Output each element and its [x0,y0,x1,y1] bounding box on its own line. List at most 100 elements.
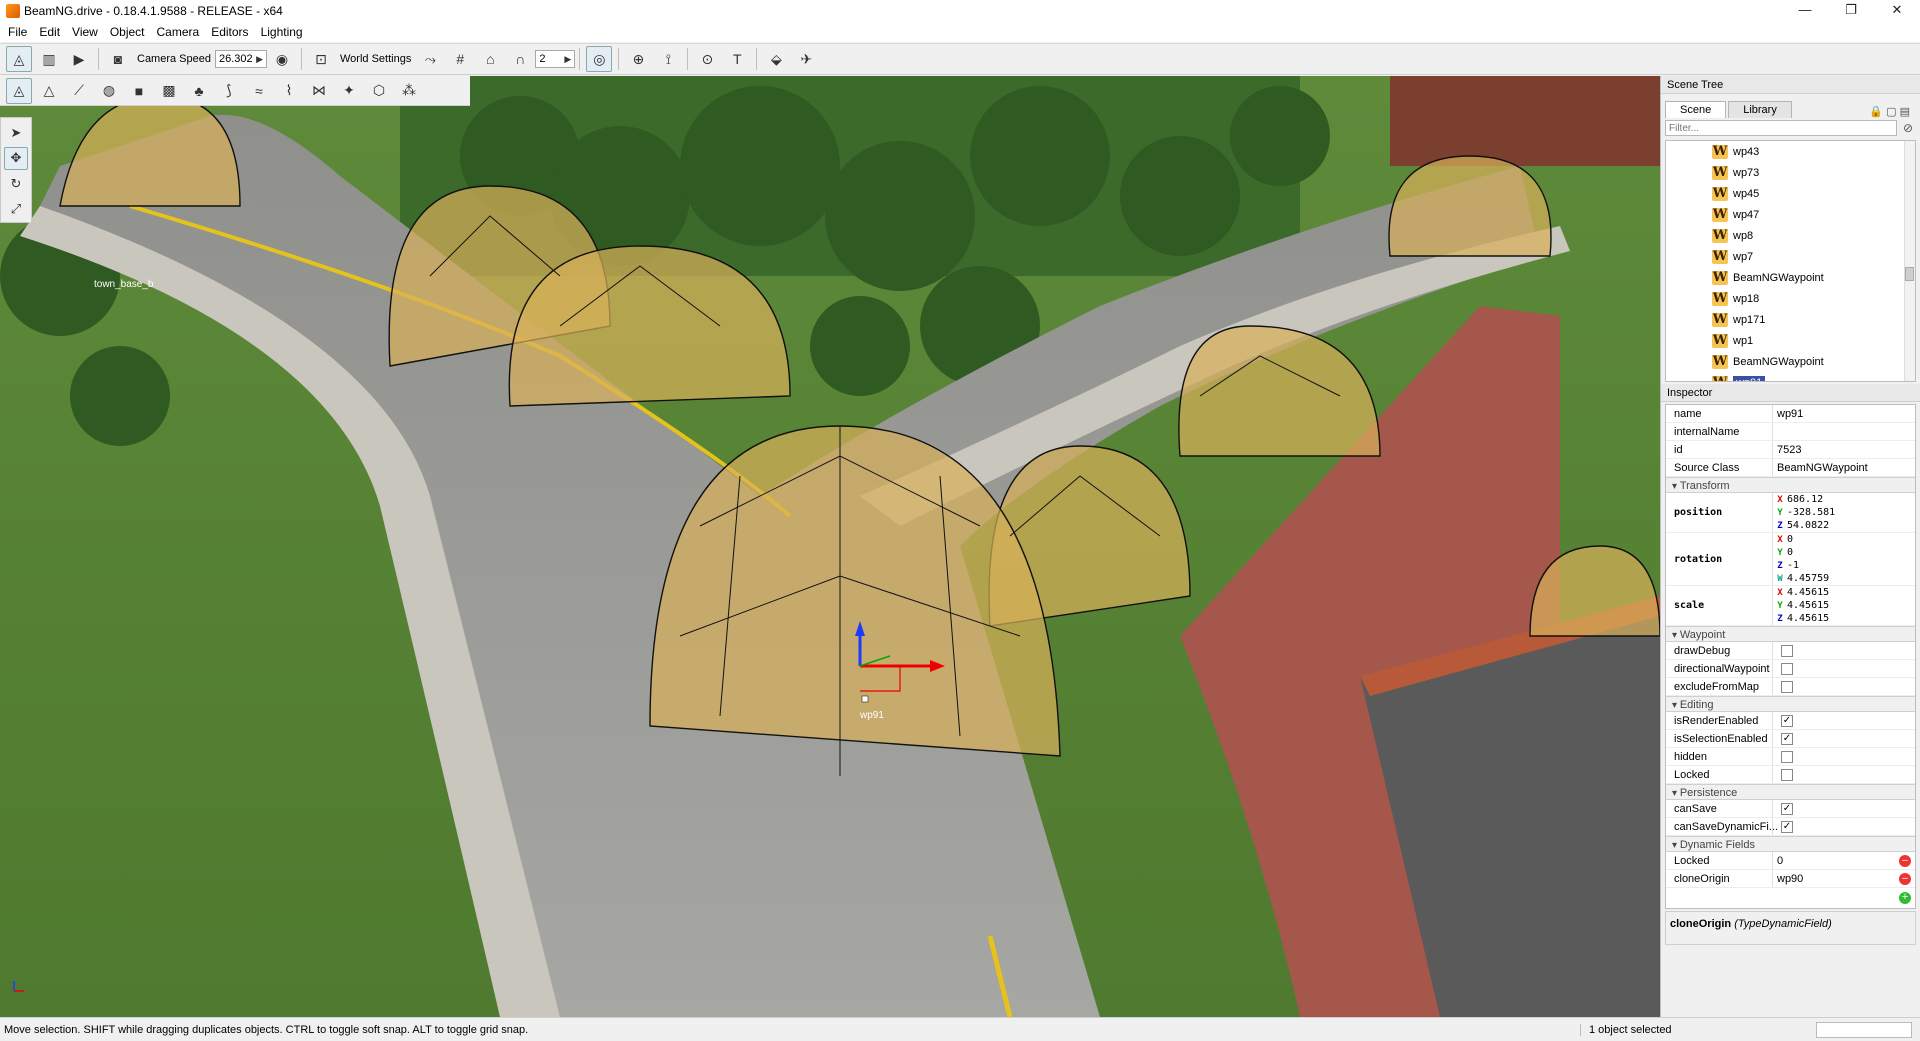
close-button[interactable]: ✕ [1874,0,1920,22]
select-icon[interactable]: ⊙ [694,46,720,72]
bounding-box-snap-icon[interactable]: ⌂ [477,46,503,72]
mesh-road-icon[interactable]: ⟆ [216,78,242,104]
river-icon[interactable]: ≈ [246,78,272,104]
checkbox[interactable] [1781,644,1793,657]
rotation-y-value[interactable]: 0 [1787,547,1793,558]
waypoint-section-header[interactable]: Waypoint [1666,626,1915,642]
rotation-y[interactable]: Y0 [1773,546,1915,559]
internal-name-field[interactable] [1772,423,1915,440]
chevron-right-icon[interactable]: ▶ [256,54,263,65]
remove-field-icon[interactable]: – [1899,872,1911,885]
tree-item[interactable]: Wwp43 [1666,141,1915,162]
rotation-w[interactable]: W 4.45759 [1773,572,1915,585]
position-x-value[interactable]: 686.12 [1787,494,1823,505]
checkbox[interactable] [1781,662,1793,675]
terrain-painter-icon[interactable]: ⟋ [66,78,92,104]
rotate-tool-icon[interactable]: ↻ [4,172,28,196]
scale-z-value[interactable]: 4.45615 [1787,613,1829,624]
chevron-right-icon[interactable]: ▶ [564,54,571,65]
rotation-z[interactable]: Z -1 [1773,559,1915,572]
rotation-w-value[interactable]: 4.45759 [1787,573,1829,584]
shape-icon[interactable]: ⬡ [366,78,392,104]
checkbox[interactable]: ✓ [1781,820,1793,833]
gui-editor-icon[interactable]: ▥ [36,46,62,72]
magnet-snap-icon[interactable]: ∩ [507,46,533,72]
menu-view[interactable]: View [66,22,104,42]
tab-scene[interactable]: Scene [1665,101,1727,118]
tree-item[interactable]: W BeamNGWaypoint [1666,351,1915,372]
menu-object[interactable]: Object [104,22,151,42]
tree-item[interactable]: Wwp8 [1666,225,1915,246]
camera-icon[interactable]: ◙ [105,46,131,72]
clear-filter-icon[interactable]: ⊘ [1903,121,1913,135]
position-x[interactable]: X 686.12 [1773,493,1915,506]
rotation-z-value[interactable]: -1 [1787,560,1799,571]
sphere-icon[interactable]: ◍ [96,78,122,104]
object-center-icon[interactable]: ◎ [586,46,613,72]
select-arrow-icon[interactable]: ➤ [4,121,28,145]
world-editor-icon[interactable]: ◬ [6,46,32,72]
menu-lighting[interactable]: Lighting [255,22,309,42]
play-game-icon[interactable]: ▶ [66,46,92,72]
menu-file[interactable]: File [2,22,33,42]
position-y[interactable]: Y -328.581 [1773,506,1915,519]
decal-icon[interactable]: ▩ [156,78,182,104]
maximize-button[interactable]: ❐ [1828,0,1874,22]
tree-scrollbar[interactable] [1904,141,1915,381]
tree-item[interactable]: Wwp18 [1666,288,1915,309]
checkbox[interactable]: ✓ [1781,732,1793,745]
move-tool-icon[interactable]: ✥ [4,146,28,170]
forest-icon[interactable]: ♣ [186,78,212,104]
scale-y-value[interactable]: 4.45615 [1787,600,1829,611]
scale-x[interactable]: X 4.45615 [1773,586,1915,599]
editing-section-header[interactable]: Editing [1666,696,1915,712]
remove-field-icon[interactable]: – [1899,854,1911,867]
tree-item[interactable]: Wwp45 [1666,183,1915,204]
checkbox[interactable] [1781,768,1793,781]
terrain-editor-icon[interactable]: △ [36,78,62,104]
checkbox[interactable] [1781,680,1793,693]
dynamic-fields-section-header[interactable]: Dynamic Fields [1666,836,1915,852]
wings-icon[interactable]: ✈ [793,46,819,72]
tree-item[interactable]: Wwp91 [1666,372,1915,381]
road-icon[interactable]: ⌇ [276,78,302,104]
scale-tool-icon[interactable]: ⤢ [4,198,28,222]
snap-size-input[interactable]: 2 ▶ [535,50,576,68]
grid-snap-icon[interactable]: # [447,46,473,72]
menu-edit[interactable]: Edit [33,22,66,42]
checkbox[interactable]: ✓ [1781,802,1793,815]
camera-speed-input[interactable]: 26.302 ▶ [215,50,267,68]
object-editor-icon[interactable]: ◬ [6,77,32,104]
menu-editors[interactable]: Editors [205,22,254,42]
rotation-x[interactable]: X0 [1773,533,1915,546]
tree-item[interactable]: Wwp1 [1666,330,1915,351]
scale-x-value[interactable]: 4.45615 [1787,587,1829,598]
persistence-section-header[interactable]: Persistence [1666,784,1915,800]
tree-options-icons[interactable]: 🔒 ▢ ▤ [1869,105,1916,118]
add-field-icon[interactable]: + [1899,892,1911,904]
axis-gizmo-icon[interactable]: ⟟ [655,46,681,72]
tree-item[interactable]: Wwp7 [1666,246,1915,267]
scene-tree-list[interactable]: Wwp43 Wwp73 Wwp45 Wwp47 Wwp8 Wwp7 W BeamNGWaypo… [1665,140,1916,382]
navmesh-icon[interactable]: ⋈ [306,78,332,104]
dynamic-field-value[interactable]: 0 [1777,855,1783,867]
world-transform-icon[interactable]: ⊕ [625,46,651,72]
visibility-eye-icon[interactable]: ◉ [269,46,295,72]
filter-input[interactable] [1665,120,1897,136]
tree-item[interactable]: Wwp171 [1666,309,1915,330]
tree-scroll-thumb[interactable] [1905,267,1914,281]
3d-viewport[interactable]: wp91 town_base_b [0,76,1660,1017]
tab-library[interactable]: Library [1728,101,1792,118]
scale-y[interactable]: Y 4.45615 [1773,599,1915,612]
light-icon[interactable]: ✦ [336,78,362,104]
checkbox[interactable]: ✓ [1781,714,1793,727]
particle-icon[interactable]: ⁂ [396,78,422,104]
snap-terrain-icon[interactable]: ⤳ [417,46,443,72]
menu-camera[interactable]: Camera [151,22,206,42]
tree-item[interactable]: W BeamNGWaypoint [1666,267,1915,288]
cube-icon[interactable]: ■ [126,78,152,104]
minimize-button[interactable]: — [1782,0,1828,22]
drop-selection-icon[interactable]: ⬙ [763,46,789,72]
scale-z[interactable]: Z 4.45615 [1773,612,1915,625]
tree-item[interactable]: Wwp47 [1666,204,1915,225]
